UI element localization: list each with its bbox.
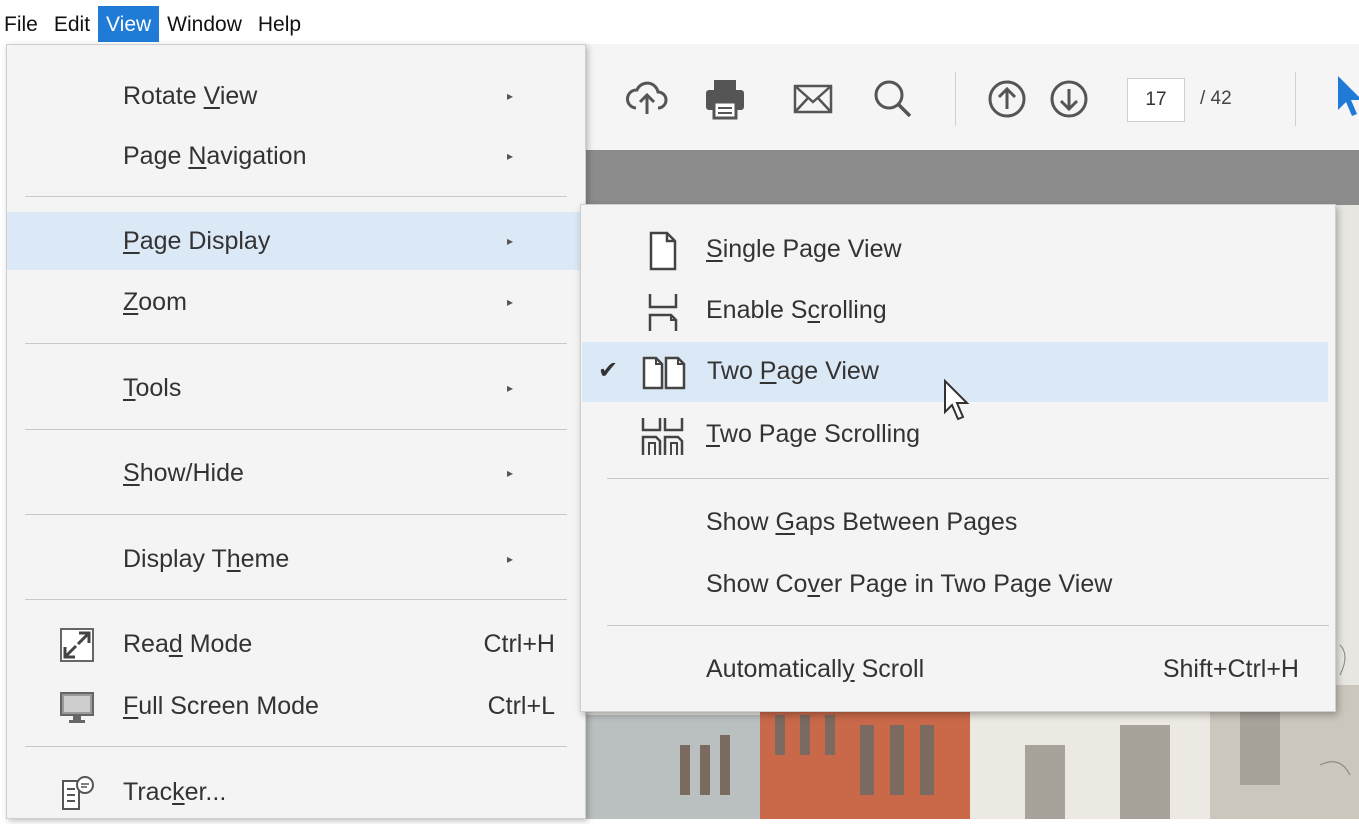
- menu-item-label: Page Display: [123, 226, 271, 255]
- menu-item-label: Show/Hide: [123, 458, 244, 487]
- menu-item-single-page-view[interactable]: Single Page View: [581, 220, 1335, 280]
- menu-item-label: Rotate View: [123, 81, 258, 110]
- select-cursor-icon[interactable]: [1336, 74, 1359, 120]
- menu-file[interactable]: File: [0, 4, 46, 40]
- menu-separator: [25, 514, 567, 515]
- menu-help[interactable]: Help: [250, 4, 309, 40]
- full-screen-icon: [60, 692, 94, 723]
- email-icon[interactable]: [788, 74, 838, 124]
- menu-item-label: Automatically Scroll: [706, 655, 925, 683]
- menu-item-tools[interactable]: Tools ▸: [7, 359, 585, 417]
- two-page-scrolling-icon: [641, 418, 684, 455]
- menu-item-read-mode[interactable]: Read Mode Ctrl+H: [7, 615, 585, 673]
- menu-item-label: Read Mode: [123, 629, 253, 658]
- page-display-submenu: Single Page View Enable Scrolling ✔ Two …: [580, 204, 1336, 712]
- print-icon[interactable]: [700, 74, 750, 124]
- toolbar-divider: [1295, 72, 1296, 126]
- submenu-arrow-icon: ▸: [507, 466, 514, 480]
- menu-item-label: Display Theme: [123, 544, 290, 573]
- menu-separator: [607, 625, 1329, 626]
- menu-item-label: Enable Scrolling: [706, 296, 887, 324]
- menu-separator: [25, 429, 567, 430]
- menu-item-enable-scrolling[interactable]: Enable Scrolling: [581, 281, 1335, 341]
- submenu-arrow-icon: ▸: [507, 552, 514, 566]
- menu-item-label: Show Cover Page in Two Page View: [706, 570, 1113, 598]
- submenu-arrow-icon: ▸: [507, 295, 514, 309]
- view-menu: Rotate View ▸ Page Navigation ▸ Page Dis…: [6, 44, 586, 819]
- menu-edit[interactable]: Edit: [46, 4, 98, 40]
- submenu-arrow-icon: ▸: [507, 149, 514, 163]
- menu-item-label: Full Screen Mode: [123, 691, 319, 720]
- document-header-bar: [560, 150, 1359, 205]
- menu-separator: [25, 196, 567, 197]
- menu-item-tracker[interactable]: Tracker...: [7, 763, 585, 821]
- checkmark-icon: ✔: [598, 357, 619, 384]
- menu-item-label: Two Page View: [707, 357, 879, 385]
- page-number-input[interactable]: 17: [1127, 78, 1185, 122]
- menu-window[interactable]: Window: [159, 4, 250, 40]
- upload-cloud-icon[interactable]: [622, 74, 672, 124]
- submenu-arrow-icon: ▸: [507, 234, 514, 248]
- tracker-icon: [62, 776, 94, 810]
- menu-item-show-cover-page[interactable]: Show Cover Page in Two Page View: [581, 555, 1335, 615]
- submenu-arrow-icon: ▸: [507, 381, 514, 395]
- menu-item-page-navigation[interactable]: Page Navigation ▸: [7, 127, 585, 185]
- menu-item-show-hide[interactable]: Show/Hide ▸: [7, 444, 585, 502]
- menu-item-label: Tools: [123, 373, 182, 402]
- two-page-icon: [642, 356, 686, 390]
- menu-item-label: Show Gaps Between Pages: [706, 508, 1018, 536]
- shortcut-label: Ctrl+L: [487, 691, 555, 720]
- menu-item-label: Tracker...: [123, 777, 227, 806]
- menu-separator: [607, 478, 1329, 479]
- menu-item-label: Two Page Scrolling: [706, 420, 921, 448]
- menu-item-show-gaps[interactable]: Show Gaps Between Pages: [581, 493, 1335, 553]
- search-icon[interactable]: [868, 74, 918, 124]
- read-mode-icon: [60, 628, 94, 662]
- menu-separator: [25, 746, 567, 747]
- menu-item-label: Zoom: [123, 287, 187, 316]
- menu-item-automatically-scroll[interactable]: Automatically Scroll Shift+Ctrl+H: [581, 640, 1335, 700]
- menu-separator: [25, 599, 567, 600]
- shortcut-label: Shift+Ctrl+H: [1162, 655, 1299, 683]
- menu-item-rotate-view[interactable]: Rotate View ▸: [7, 67, 585, 125]
- menu-item-full-screen-mode[interactable]: Full Screen Mode Ctrl+L: [7, 677, 585, 735]
- menu-bar: File Edit View Window Help: [0, 0, 1359, 44]
- menu-separator: [25, 343, 567, 344]
- page-up-icon[interactable]: [982, 74, 1032, 124]
- menu-view[interactable]: View: [98, 6, 160, 42]
- toolbar: 17 / 42: [560, 44, 1359, 150]
- menu-item-display-theme[interactable]: Display Theme ▸: [7, 530, 585, 588]
- toolbar-divider: [955, 72, 956, 126]
- enable-scrolling-icon: [648, 294, 678, 331]
- single-page-icon: [649, 231, 677, 271]
- mouse-pointer-icon: [944, 378, 970, 421]
- menu-item-page-display[interactable]: Page Display ▸: [7, 212, 585, 270]
- page-down-icon[interactable]: [1044, 74, 1094, 124]
- page-total: / 42: [1200, 88, 1232, 109]
- submenu-arrow-icon: ▸: [507, 89, 514, 103]
- menu-item-label: Single Page View: [706, 235, 902, 263]
- shortcut-label: Ctrl+H: [483, 629, 555, 658]
- menu-item-zoom[interactable]: Zoom ▸: [7, 273, 585, 331]
- menu-item-label: Page Navigation: [123, 141, 307, 170]
